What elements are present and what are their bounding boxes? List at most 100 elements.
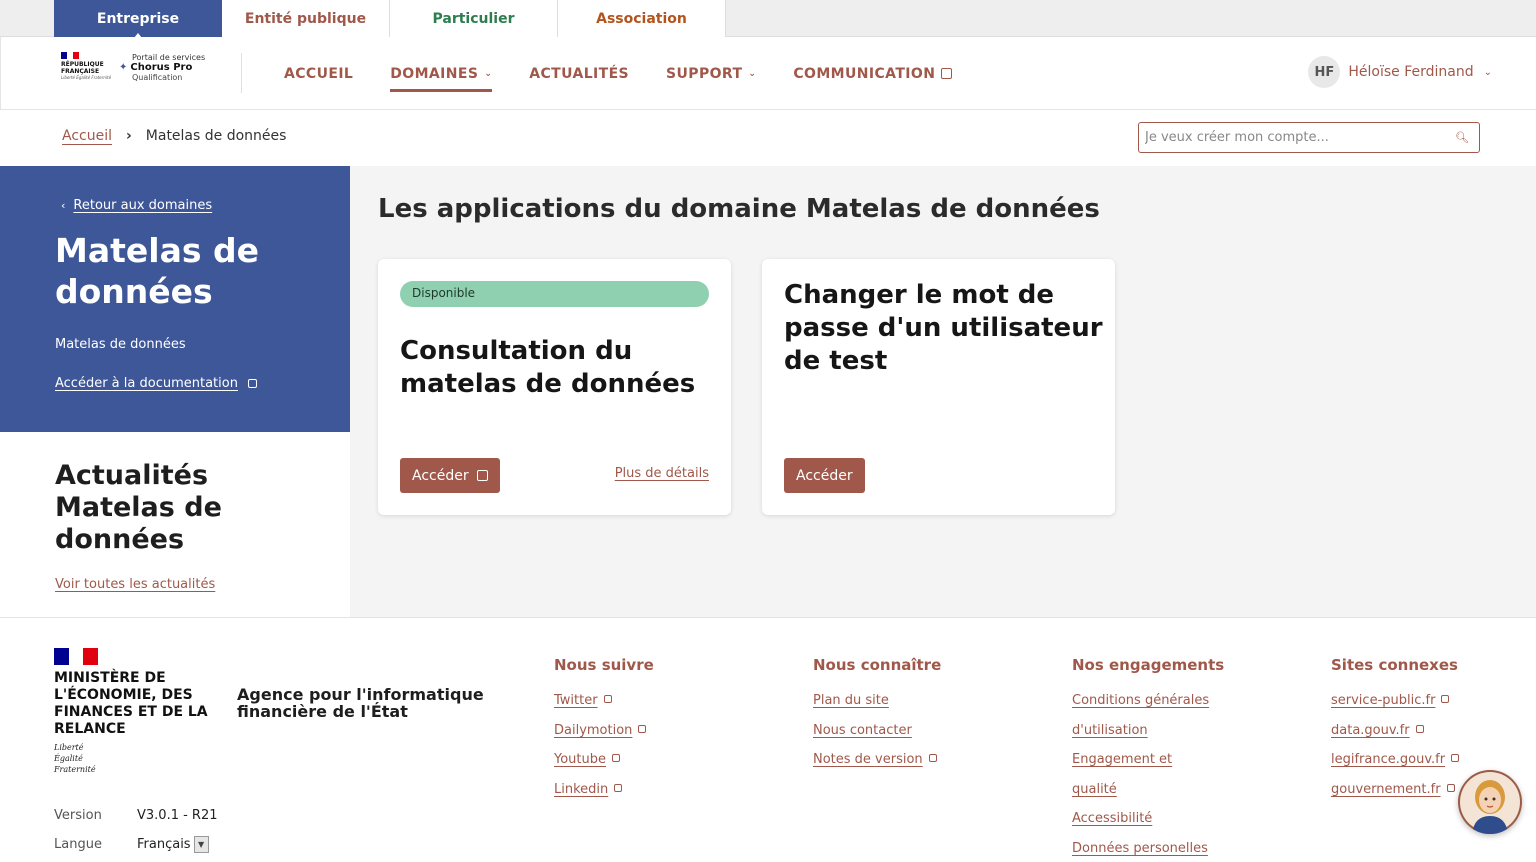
- link-label: Twitter: [554, 693, 598, 708]
- domain-title: Matelas de données: [55, 231, 259, 311]
- footer-link-accessibility[interactable]: Accessibilité: [1072, 804, 1224, 834]
- republique-francaise-logo[interactable]: RÉPUBLIQUE FRANÇAISE Liberté Égalité Fra…: [61, 52, 121, 96]
- external-link-icon: [1451, 754, 1460, 762]
- documentation-link[interactable]: Accéder à la documentation: [55, 376, 238, 391]
- footer-column-commitments: Nos engagements Conditions générales d'u…: [1072, 656, 1224, 862]
- footer-link-sitemap[interactable]: Plan du site: [813, 686, 941, 716]
- footer-column-related-sites: Sites connexes service-public.fr data.go…: [1331, 656, 1460, 805]
- footer-link-personal-data[interactable]: Données personelles: [1072, 834, 1224, 862]
- external-link-icon: [614, 783, 623, 792]
- footer-link-quality[interactable]: Engagement et: [1072, 745, 1224, 775]
- application-card: Disponible Consultation du matelas de do…: [378, 259, 731, 515]
- nav-support[interactable]: SUPPORT ⌄: [666, 37, 756, 110]
- avatar: HF: [1308, 56, 1341, 88]
- chevron-down-icon: ⌄: [748, 68, 757, 79]
- ministry-name: MINISTÈRE DE L'ÉCONOMIE, DES FINANCES ET…: [54, 670, 208, 737]
- footer-link-twitter[interactable]: Twitter: [554, 686, 654, 716]
- chevron-right-icon: ›: [126, 128, 132, 144]
- access-button-label: Accéder: [796, 467, 853, 484]
- language-select[interactable]: Français ▼: [137, 836, 209, 853]
- breadcrumb-home-link[interactable]: Accueil: [62, 128, 112, 144]
- footer-link-linkedin[interactable]: Linkedin: [554, 775, 654, 805]
- portal-environment: Qualification: [132, 73, 183, 82]
- tab-association[interactable]: Association: [558, 0, 726, 37]
- footer-link-cgu[interactable]: Conditions générales: [1072, 686, 1224, 716]
- profile-tab-bar: Entreprise Entité publique Particulier A…: [0, 0, 1536, 38]
- external-link-icon: [1446, 783, 1455, 792]
- link-label: service-public.fr: [1331, 693, 1436, 708]
- footer-column-about: Nous connaître Plan du site Nous contact…: [813, 656, 941, 775]
- domain-news: Actualités Matelas de données Voir toute…: [0, 432, 350, 592]
- footer-link-youtube[interactable]: Youtube: [554, 745, 654, 775]
- nav-communication[interactable]: COMMUNICATION: [793, 37, 953, 110]
- external-link-icon: [638, 724, 647, 733]
- nav-support-label: SUPPORT: [666, 65, 743, 82]
- access-button-label: Accéder: [412, 467, 469, 484]
- footer-link-quality-cont[interactable]: qualité: [1072, 775, 1224, 805]
- motto-fraternite: Fraternité: [54, 765, 96, 774]
- footer-column-title: Nous connaître: [813, 656, 942, 674]
- access-button[interactable]: Accéder: [784, 458, 865, 493]
- chevron-down-icon: ⌄: [1483, 66, 1492, 78]
- tab-particulier[interactable]: Particulier: [390, 0, 558, 37]
- access-button[interactable]: Accéder: [400, 458, 500, 493]
- site-header: RÉPUBLIQUE FRANÇAISE Liberté Égalité Fra…: [0, 37, 1536, 110]
- nav-domaines[interactable]: DOMAINES ⌄: [390, 37, 493, 110]
- footer-link-dailymotion[interactable]: Dailymotion: [554, 716, 654, 746]
- footer-link-cgu-cont[interactable]: d'utilisation: [1072, 716, 1224, 746]
- external-link-icon: [247, 379, 257, 388]
- nav-communication-label: COMMUNICATION: [793, 65, 936, 82]
- user-menu[interactable]: HF Héloïse Ferdinand ⌄: [1308, 56, 1492, 88]
- external-link-icon: [928, 754, 937, 762]
- external-link-icon: [612, 754, 620, 762]
- chevron-left-icon: ‹: [61, 199, 66, 212]
- ministry-logo[interactable]: MINISTÈRE DE L'ÉCONOMIE, DES FINANCES ET…: [54, 648, 224, 775]
- nav-actualites[interactable]: ACTUALITÉS: [529, 37, 629, 110]
- language-label: Langue: [54, 837, 102, 852]
- chorus-star-icon: ✦: [119, 62, 128, 73]
- agency-name: Agence pour l'informatique financière de…: [237, 685, 484, 721]
- link-label: legifrance.gouv.fr: [1331, 752, 1446, 767]
- link-label: Linkedin: [554, 781, 609, 797]
- language-info: Langue Français ▼: [54, 836, 209, 853]
- chevron-down-icon: ⌄: [484, 68, 493, 79]
- portal-brand[interactable]: Portail de services ✦ Chorus Pro Qualifi…: [119, 53, 229, 82]
- footer-link-gouvernement[interactable]: gouvernement.fr: [1331, 775, 1459, 805]
- portal-name-text: Chorus Pro: [130, 62, 193, 73]
- assistant-avatar-button[interactable]: [1458, 770, 1522, 834]
- external-link-icon: [1415, 724, 1424, 733]
- domain-header-panel: ‹ Retour aux domaines Matelas de données…: [0, 166, 350, 432]
- footer-link-release-notes[interactable]: Notes de version: [813, 745, 941, 775]
- portal-name: ✦ Chorus Pro: [119, 62, 229, 73]
- main-nav: ACCUEIL DOMAINES ⌄ ACTUALITÉS SUPPORT ⌄ CO…: [284, 37, 989, 110]
- motto-liberte: Liberté: [54, 743, 84, 752]
- tab-entite-publique[interactable]: Entité publique: [222, 0, 390, 37]
- details-link[interactable]: Plus de détails: [615, 466, 709, 481]
- page-title: Les applications du domaine Matelas de d…: [378, 194, 1100, 224]
- search-input[interactable]: [1145, 130, 1456, 145]
- logo-text: RÉPUBLIQUE FRANÇAISE: [61, 61, 104, 75]
- nav-actualites-label: ACTUALITÉS: [529, 65, 630, 82]
- breadcrumb: Accueil › Matelas de données: [62, 128, 286, 144]
- footer-link-legifrance[interactable]: legifrance.gouv.fr: [1331, 745, 1460, 775]
- external-link-icon: [1441, 695, 1450, 703]
- footer-column-title: Sites connexes: [1331, 656, 1458, 674]
- all-news-link[interactable]: Voir toutes les actualités: [55, 577, 215, 592]
- tab-entreprise[interactable]: Entreprise: [54, 0, 222, 38]
- site-footer: MINISTÈRE DE L'ÉCONOMIE, DES FINANCES ET…: [0, 617, 1536, 862]
- search-icon[interactable]: 🔍︎: [1455, 131, 1469, 144]
- footer-link-data-gouv[interactable]: data.gouv.fr: [1331, 716, 1459, 746]
- version-info: Version V3.0.1 - R21: [54, 808, 218, 823]
- back-to-domains-link[interactable]: Retour aux domaines: [73, 198, 212, 213]
- footer-link-service-public[interactable]: service-public.fr: [1331, 686, 1459, 716]
- search-box: 🔍︎: [1138, 122, 1480, 153]
- footer-link-contact[interactable]: Nous contacter: [813, 716, 941, 746]
- application-card: Changer le mot de passe d'un utilisateur…: [762, 259, 1115, 515]
- ministry-motto: Liberté Égalité Fraternité: [54, 742, 224, 775]
- assistant-icon: [1460, 772, 1520, 834]
- profile-tabs: Entreprise Entité publique Particulier A…: [54, 0, 726, 38]
- nav-accueil[interactable]: ACCUEIL: [284, 37, 353, 110]
- card-title: Changer le mot de passe d'un utilisateur…: [784, 280, 1103, 376]
- portal-subtitle: Portail de services: [132, 53, 206, 62]
- version-label: Version: [54, 808, 102, 823]
